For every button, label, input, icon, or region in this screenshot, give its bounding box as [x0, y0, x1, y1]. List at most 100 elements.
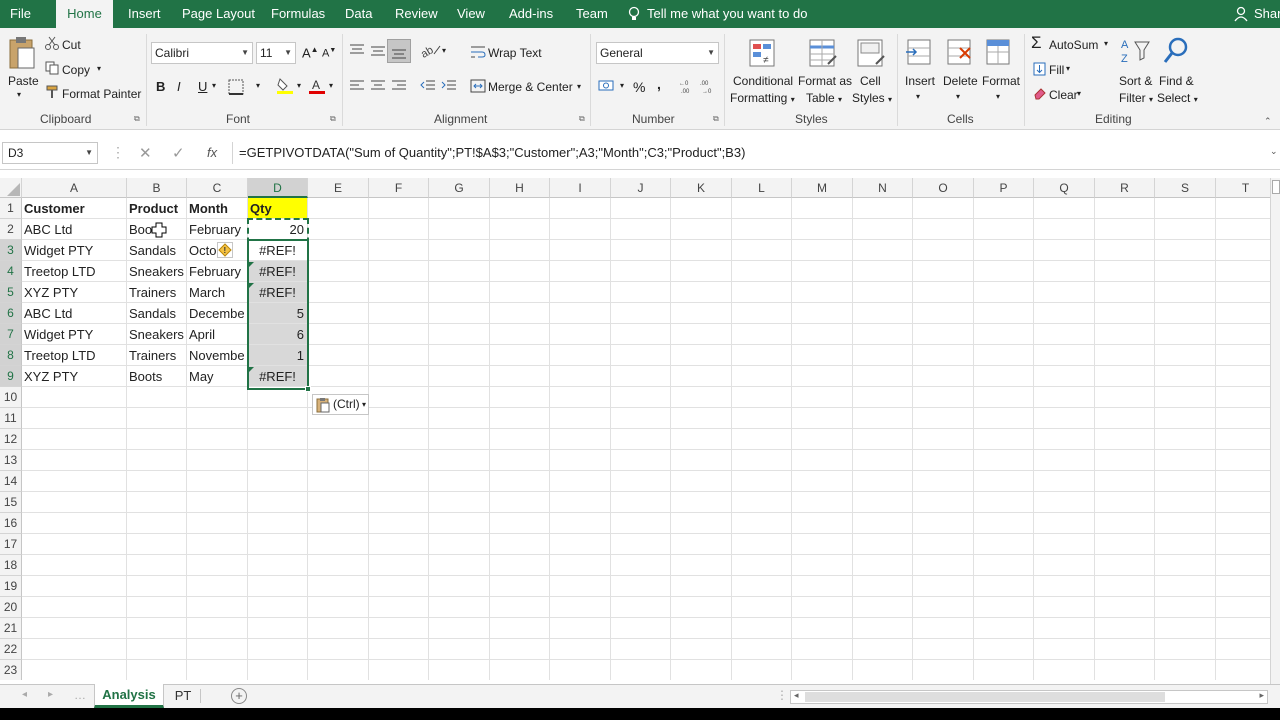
scroll-left-arrow-icon[interactable]: ◂ — [794, 690, 799, 701]
copy-dropdown[interactable]: ▾ — [97, 64, 101, 73]
vertical-scrollbar[interactable] — [1270, 178, 1280, 684]
insert-function-icon[interactable]: fx — [207, 145, 217, 160]
decrease-font-button[interactable]: A▼ — [322, 47, 336, 60]
row-header[interactable]: 23 — [0, 660, 22, 680]
decrease-decimal-icon[interactable]: .00 →0 — [700, 78, 718, 97]
find-select-button[interactable]: Select ▾ — [1157, 91, 1198, 105]
row-header[interactable]: 1 — [0, 198, 22, 219]
row-header[interactable]: 19 — [0, 576, 22, 597]
cut-button[interactable]: Cut — [62, 38, 81, 52]
format-dropdown[interactable]: ▾ — [996, 92, 1000, 101]
underline-dropdown[interactable]: ▾ — [212, 81, 216, 90]
select-all-corner[interactable] — [0, 178, 22, 198]
row-header[interactable]: 7 — [0, 324, 22, 345]
column-header[interactable]: R — [1095, 178, 1155, 198]
tab-formulas[interactable]: Formulas — [271, 0, 325, 28]
find-select-label-1[interactable]: Find & — [1159, 74, 1194, 88]
row-header[interactable]: 22 — [0, 639, 22, 660]
header-cell-product[interactable]: Product — [127, 198, 187, 219]
column-header[interactable]: C — [187, 178, 248, 198]
fill-button[interactable]: Fill — [1049, 63, 1064, 77]
merge-dropdown[interactable]: ▾ — [577, 82, 581, 91]
increase-indent-icon[interactable] — [441, 79, 457, 96]
underline-button[interactable]: U — [198, 79, 207, 94]
cell-styles-button[interactable]: Styles ▾ — [852, 91, 892, 105]
table-cell[interactable]: May — [187, 366, 248, 387]
column-header[interactable]: O — [913, 178, 974, 198]
row-header[interactable]: 15 — [0, 492, 22, 513]
wrap-text-button[interactable]: Wrap Text — [488, 46, 542, 60]
borders-dropdown[interactable]: ▾ — [256, 81, 260, 90]
row-header[interactable]: 12 — [0, 429, 22, 450]
row-header[interactable]: 20 — [0, 597, 22, 618]
split-handle-icon[interactable]: ⋮ — [776, 688, 788, 702]
tab-view[interactable]: View — [457, 0, 485, 28]
fill-color-icon[interactable] — [276, 77, 294, 98]
row-header[interactable]: 16 — [0, 513, 22, 534]
tab-file[interactable]: File — [10, 0, 46, 28]
column-header[interactable]: S — [1155, 178, 1216, 198]
scroll-right-arrow-icon[interactable]: ▸ — [1259, 690, 1264, 701]
column-header[interactable]: P — [974, 178, 1034, 198]
table-cell[interactable]: Sandals — [127, 303, 187, 324]
row-header[interactable]: 8 — [0, 345, 22, 366]
scroll-right-icon[interactable]: ▸ — [48, 689, 53, 700]
orientation-dropdown[interactable]: ▾ — [442, 46, 446, 55]
autosum-button[interactable]: AutoSum — [1049, 38, 1098, 52]
format-as-table-label-1[interactable]: Format as — [798, 74, 852, 88]
column-header[interactable]: I — [550, 178, 611, 198]
orientation-icon[interactable]: ab — [419, 42, 442, 61]
column-header[interactable]: T — [1216, 178, 1270, 198]
table-cell[interactable]: Trainers — [127, 345, 187, 366]
table-cell[interactable]: Treetop LTD — [22, 261, 127, 282]
table-cell[interactable]: Widget PTY — [22, 324, 127, 345]
table-cell[interactable]: ABC Ltd — [22, 219, 127, 240]
table-cell[interactable]: XYZ PTY — [22, 366, 127, 387]
tell-me-search[interactable]: Tell me what you want to do — [647, 0, 807, 28]
italic-button[interactable]: I — [177, 79, 181, 94]
tab-home[interactable]: Home — [56, 0, 113, 28]
dialog-launcher-icon[interactable]: ⧉ — [579, 114, 585, 124]
number-format-select[interactable]: General ▼ — [596, 42, 719, 64]
row-header[interactable]: 3 — [0, 240, 22, 261]
percent-button[interactable]: % — [633, 79, 645, 95]
confirm-entry-icon[interactable]: ✓ — [172, 144, 185, 162]
tab-insert[interactable]: Insert — [128, 0, 161, 28]
align-top-icon[interactable] — [349, 44, 365, 61]
dialog-launcher-icon[interactable]: ⧉ — [713, 114, 719, 124]
table-cell[interactable]: ABC Ltd — [22, 303, 127, 324]
table-cell[interactable]: Boots — [127, 366, 187, 387]
expand-formula-icon[interactable]: ⌄ — [1270, 146, 1278, 157]
share-button[interactable]: Shar — [1254, 0, 1280, 28]
align-center-icon[interactable] — [370, 79, 386, 96]
font-color-icon[interactable]: A — [308, 77, 326, 98]
align-bottom-icon[interactable] — [387, 39, 411, 63]
delete-cells-button[interactable]: Delete — [943, 74, 978, 88]
borders-icon[interactable] — [228, 79, 244, 98]
column-header[interactable]: G — [429, 178, 490, 198]
table-cell[interactable]: Treetop LTD — [22, 345, 127, 366]
row-header[interactable]: 18 — [0, 555, 22, 576]
format-as-table-button[interactable]: Table ▾ — [806, 91, 842, 105]
header-cell-qty[interactable]: Qty — [248, 198, 308, 219]
horizontal-scrollbar[interactable]: ◂ ▸ — [790, 690, 1268, 704]
column-header[interactable]: J — [611, 178, 671, 198]
header-cell-customer[interactable]: Customer — [22, 198, 127, 219]
tab-add-ins[interactable]: Add-ins — [509, 0, 553, 28]
column-header[interactable]: E — [308, 178, 369, 198]
sort-filter-label-1[interactable]: Sort & — [1119, 74, 1152, 88]
currency-dropdown[interactable]: ▾ — [620, 81, 624, 90]
table-cell[interactable]: Sneakers — [127, 261, 187, 282]
comma-button[interactable]: , — [657, 76, 661, 92]
tab-data[interactable]: Data — [345, 0, 372, 28]
column-header[interactable]: L — [732, 178, 792, 198]
format-cells-button[interactable]: Format — [982, 74, 1020, 88]
row-header[interactable]: 21 — [0, 618, 22, 639]
align-middle-icon[interactable] — [370, 44, 386, 61]
insert-cells-button[interactable]: Insert — [905, 74, 935, 88]
clear-button[interactable]: Clear — [1049, 88, 1078, 102]
sheet-tab-analysis[interactable]: Analysis — [94, 684, 164, 708]
tab-review[interactable]: Review — [395, 0, 438, 28]
format-painter-button[interactable]: Format Painter — [62, 87, 141, 101]
paste-dropdown[interactable]: ▾ — [17, 90, 21, 99]
